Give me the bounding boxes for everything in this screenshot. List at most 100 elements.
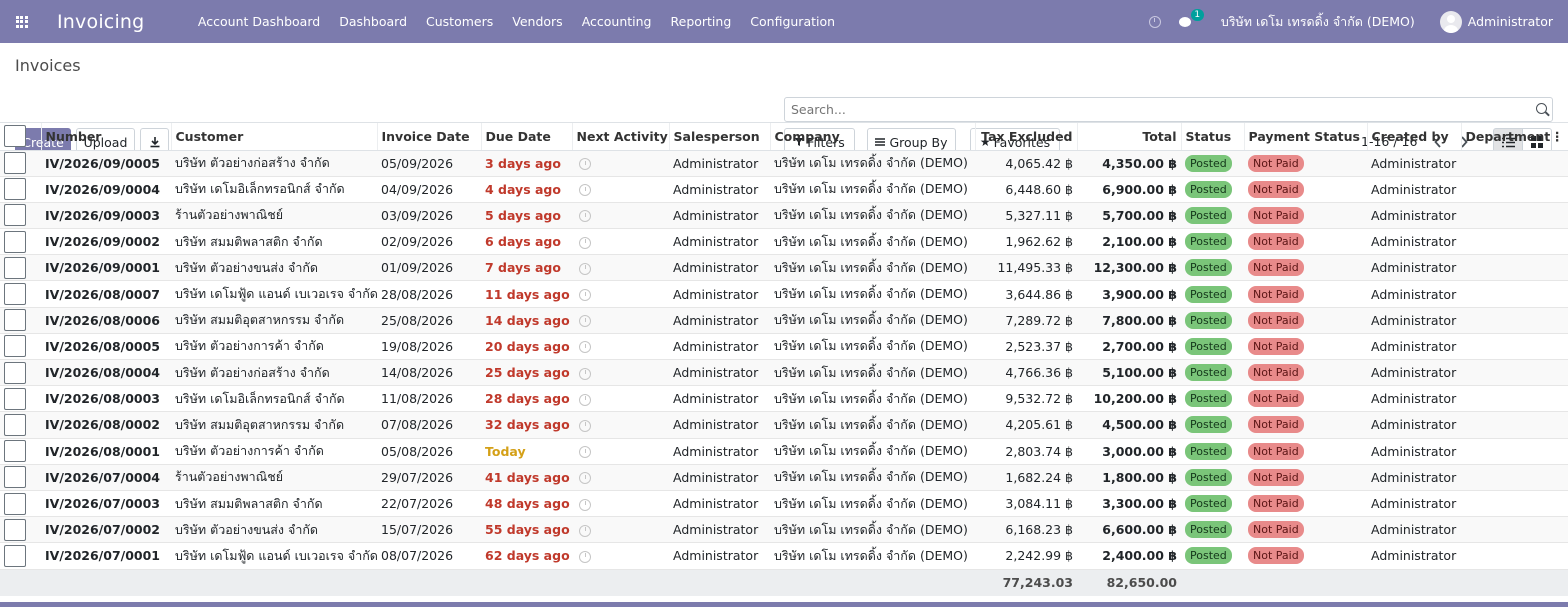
payment-status-badge: Not Paid <box>1248 180 1304 198</box>
search-input[interactable] <box>785 98 1515 121</box>
row-select-cell[interactable] <box>0 254 41 282</box>
table-row[interactable]: IV/2026/08/0003 บริษัท เดโมอิเล็กทรอนิกส์… <box>0 385 1568 413</box>
column-header-created-by[interactable]: Created by <box>1367 123 1462 151</box>
table-row[interactable]: IV/2026/07/0003 บริษัท สมมติพลาสติก จำกัด… <box>0 490 1568 518</box>
menu-vendors[interactable]: Vendors <box>503 0 572 43</box>
table-row[interactable]: IV/2026/08/0005 บริษัท ตัวอย่างการค้า จำก… <box>0 333 1568 361</box>
row-checkbox[interactable] <box>4 492 26 515</box>
column-header-payment-status[interactable]: Payment Status <box>1244 123 1368 151</box>
row-checkbox[interactable] <box>4 230 26 253</box>
column-header-status[interactable]: Status <box>1181 123 1245 151</box>
select-all-header[interactable] <box>0 123 42 151</box>
activity-clock-icon[interactable] <box>579 419 591 432</box>
table-row[interactable]: IV/2026/07/0001 บริษัท เดโมฟู้ด แอนด์ เบเ… <box>0 542 1568 570</box>
row-checkbox[interactable] <box>4 152 26 175</box>
row-checkbox[interactable] <box>4 204 26 227</box>
row-checkbox[interactable] <box>4 440 26 463</box>
column-header-salesperson[interactable]: Salesperson <box>669 123 771 151</box>
column-header-due-date[interactable]: Due Date <box>481 123 573 151</box>
row-select-cell[interactable] <box>0 150 41 177</box>
table-row[interactable]: IV/2026/08/0006 บริษัท สมมติอุตสาหกรรม จำ… <box>0 307 1568 334</box>
activity-clock-icon[interactable] <box>579 472 591 485</box>
activity-clock-icon[interactable] <box>579 289 591 302</box>
due-date: 5 days ago <box>481 202 572 230</box>
column-header-customer[interactable]: Customer <box>171 123 378 151</box>
activity-clock-icon[interactable] <box>579 550 591 563</box>
table-row[interactable]: IV/2026/08/0004 บริษัท ตัวอย่างก่อสร้าง จ… <box>0 359 1568 387</box>
app-title[interactable]: Invoicing <box>43 11 188 33</box>
table-row[interactable]: IV/2026/08/0001 บริษัท ตัวอย่างการค้า จำก… <box>0 438 1568 465</box>
row-checkbox[interactable] <box>4 361 26 384</box>
activity-clock-icon[interactable] <box>579 498 591 511</box>
row-select-cell[interactable] <box>0 411 41 439</box>
discuss-chat-icon[interactable]: 1 <box>1178 8 1204 28</box>
activity-clock-icon[interactable] <box>579 524 591 537</box>
row-checkbox[interactable] <box>4 413 26 436</box>
column-header-company[interactable]: Company <box>770 123 976 151</box>
row-select-cell[interactable] <box>0 228 41 256</box>
optional-columns-icon[interactable]: ⋮ <box>1551 129 1564 144</box>
table-row[interactable]: IV/2026/08/0002 บริษัท สมมติอุตสาหกรรม จำ… <box>0 411 1568 439</box>
activity-clock-icon[interactable] <box>579 262 591 275</box>
row-select-cell[interactable] <box>0 516 41 544</box>
company-switcher[interactable]: บริษัท เดโม เทรดดิ้ง จำกัด (DEMO) <box>1221 12 1415 32</box>
activity-clock-icon[interactable] <box>579 315 591 328</box>
activity-clock-icon[interactable] <box>579 158 591 171</box>
row-select-cell[interactable] <box>0 542 41 570</box>
activity-clock-icon[interactable] <box>579 210 591 223</box>
activity-clock-icon[interactable] <box>579 367 591 380</box>
column-header-tax-excluded[interactable]: Tax Excluded <box>975 123 1078 151</box>
activity-clock-icon[interactable] <box>579 236 591 249</box>
table-row[interactable]: IV/2026/09/0001 บริษัท ตัวอย่างขนส่ง จำกั… <box>0 254 1568 282</box>
menu-customers[interactable]: Customers <box>417 0 503 43</box>
row-checkbox[interactable] <box>4 466 26 489</box>
row-select-cell[interactable] <box>0 385 41 413</box>
activity-clock-icon[interactable] <box>579 446 591 459</box>
row-checkbox[interactable] <box>4 387 26 410</box>
table-row[interactable]: IV/2026/07/0004 ร้านตัวอย่างพาณิชย์ 29/07/… <box>0 464 1568 491</box>
table-row[interactable]: IV/2026/09/0005 บริษัท ตัวอย่างก่อสร้าง จ… <box>0 150 1568 177</box>
row-select-cell[interactable] <box>0 307 41 334</box>
table-row[interactable]: IV/2026/09/0003 ร้านตัวอย่างพาณิชย์ 03/09/… <box>0 202 1568 230</box>
row-checkbox[interactable] <box>4 544 26 567</box>
department <box>1461 385 1568 413</box>
row-select-cell[interactable] <box>0 176 41 203</box>
row-select-cell[interactable] <box>0 333 41 361</box>
table-row[interactable]: IV/2026/08/0007 บริษัท เดโมฟู้ด แอนด์ เบเ… <box>0 280 1568 308</box>
table-row[interactable]: IV/2026/07/0002 บริษัท ตัวอย่างขนส่ง จำกั… <box>0 516 1568 544</box>
table-row[interactable]: IV/2026/09/0004 บริษัท เดโมอิเล็กทรอนิกส์… <box>0 176 1568 203</box>
row-checkbox[interactable] <box>4 178 26 201</box>
column-header-next-activity[interactable]: Next Activity <box>572 123 670 151</box>
select-all-checkbox[interactable] <box>4 125 26 148</box>
apps-menu-icon[interactable] <box>0 0 43 43</box>
user-menu[interactable]: Administrator <box>1468 14 1553 29</box>
row-checkbox[interactable] <box>4 335 26 358</box>
row-select-cell[interactable] <box>0 464 41 491</box>
menu-reporting[interactable]: Reporting <box>661 0 741 43</box>
column-header-invoice-date[interactable]: Invoice Date <box>377 123 482 151</box>
department <box>1461 280 1568 308</box>
row-select-cell[interactable] <box>0 202 41 230</box>
row-checkbox[interactable] <box>4 518 26 541</box>
menu-accounting[interactable]: Accounting <box>572 0 661 43</box>
row-select-cell[interactable] <box>0 359 41 387</box>
table-row[interactable]: IV/2026/09/0002 บริษัท สมมติพลาสติก จำกัด… <box>0 228 1568 256</box>
activity-clock-icon[interactable] <box>1148 15 1161 28</box>
menu-dashboard[interactable]: Dashboard <box>330 0 417 43</box>
column-header-department[interactable]: Department ⋮ <box>1461 123 1568 151</box>
activity-clock-icon[interactable] <box>579 341 591 354</box>
column-header-number[interactable]: Number <box>41 123 172 151</box>
user-avatar[interactable] <box>1439 10 1462 33</box>
row-checkbox[interactable] <box>4 283 26 306</box>
search-icon[interactable] <box>1536 103 1547 114</box>
menu-configuration[interactable]: Configuration <box>741 0 845 43</box>
column-header-total[interactable]: Total <box>1077 123 1182 151</box>
activity-clock-icon[interactable] <box>579 184 591 197</box>
row-select-cell[interactable] <box>0 490 41 518</box>
row-checkbox[interactable] <box>4 256 26 279</box>
activity-clock-icon[interactable] <box>579 393 591 406</box>
row-select-cell[interactable] <box>0 438 41 465</box>
menu-account-dashboard[interactable]: Account Dashboard <box>188 0 329 43</box>
row-select-cell[interactable] <box>0 280 41 308</box>
row-checkbox[interactable] <box>4 309 26 332</box>
